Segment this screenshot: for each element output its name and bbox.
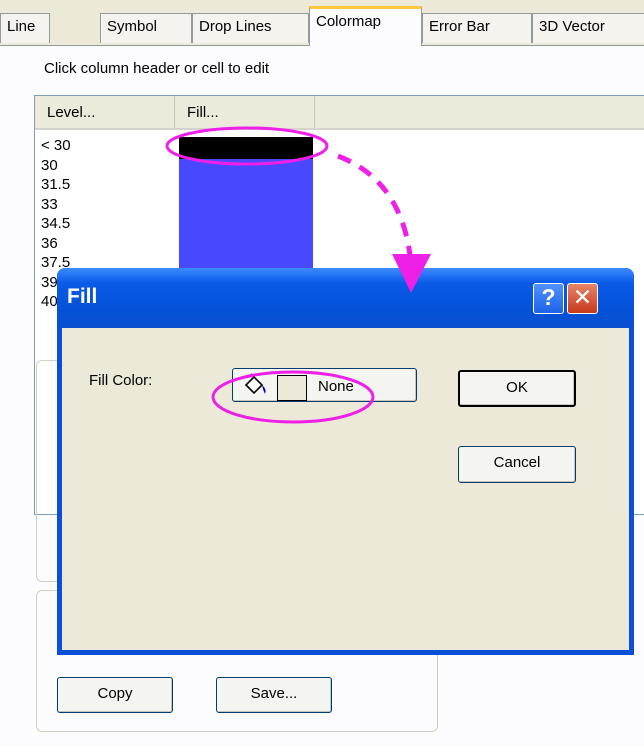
- tab-error-bar[interactable]: Error Bar: [422, 13, 532, 43]
- button-label: Copy: [97, 685, 133, 702]
- paint-bucket-icon: [244, 373, 266, 395]
- tab-label: Error Bar: [429, 18, 490, 35]
- button-label: Cancel: [493, 454, 541, 471]
- tab-label: Drop Lines: [199, 18, 272, 35]
- copy-button[interactable]: Copy: [57, 677, 173, 713]
- column-label: Fill...: [187, 104, 219, 121]
- save-button[interactable]: Save...: [216, 677, 332, 713]
- close-icon: ✕: [572, 284, 593, 310]
- dialog-client-area: Fill Color: None OK Cancel: [62, 328, 629, 650]
- cancel-button[interactable]: Cancel: [458, 446, 576, 483]
- column-label: Level...: [47, 104, 96, 121]
- button-label: OK: [506, 379, 528, 396]
- column-header-level[interactable]: Level...: [35, 96, 175, 128]
- button-label: Save...: [250, 685, 298, 702]
- level-cell[interactable]: 34.5: [41, 214, 71, 234]
- tab-label: Symbol: [107, 18, 158, 35]
- column-header-fill[interactable]: Fill...: [175, 96, 315, 128]
- tab-line[interactable]: Line: [0, 13, 50, 43]
- fill-color-label: Fill Color:: [89, 372, 153, 389]
- fill-dialog: Fill ? ✕ Fill Color: None OK Cancel: [57, 268, 634, 655]
- dialog-title: Fill: [67, 285, 98, 308]
- level-cell[interactable]: 31.5: [41, 175, 71, 195]
- level-cell[interactable]: 33: [41, 195, 71, 215]
- edit-hint: Click column header or cell to edit: [44, 60, 270, 77]
- help-button[interactable]: ?: [533, 283, 564, 314]
- tab-symbol[interactable]: Symbol: [100, 13, 192, 43]
- tab-drop-lines[interactable]: Drop Lines: [192, 13, 309, 43]
- level-cell[interactable]: 36: [41, 234, 71, 254]
- list-header: Level... Fill...: [35, 96, 644, 130]
- ok-button[interactable]: OK: [458, 370, 576, 407]
- tab-label: 3D Vector: [539, 18, 605, 35]
- color-swatch: [277, 375, 307, 401]
- level-cell[interactable]: < 30: [41, 136, 71, 156]
- close-button[interactable]: ✕: [567, 283, 598, 314]
- tab-colormap[interactable]: Colormap: [309, 6, 422, 46]
- tab-label: Colormap: [316, 13, 382, 30]
- level-cell[interactable]: 30: [41, 156, 71, 176]
- help-icon: ?: [541, 284, 556, 310]
- tab-strip: Line Symbol Drop Lines Colormap Error Ba…: [0, 0, 644, 46]
- fill-cell-black[interactable]: [179, 137, 313, 159]
- tab-label: Line: [7, 18, 36, 35]
- dialog-titlebar[interactable]: Fill ? ✕: [57, 268, 634, 328]
- fill-color-value: None: [318, 378, 354, 395]
- tab-3d-vector[interactable]: 3D Vector: [532, 13, 644, 43]
